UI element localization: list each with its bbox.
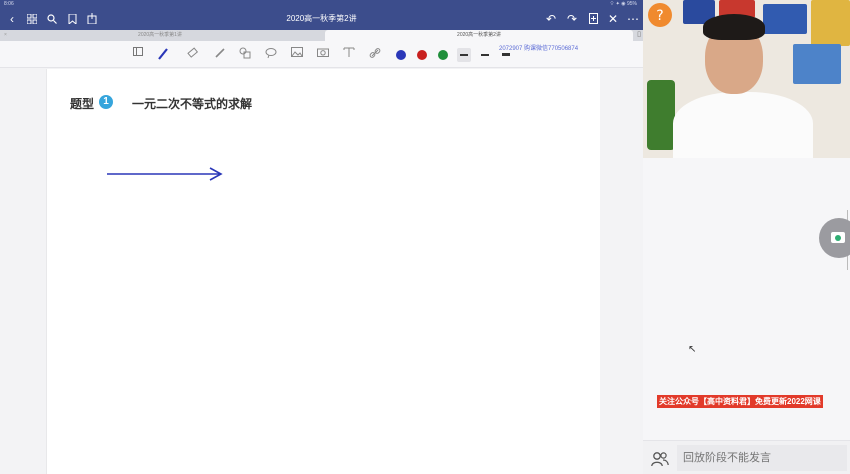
wall-poster: [763, 4, 807, 34]
color-swatch-blue[interactable]: [396, 50, 406, 60]
section-subtitle: 一元二次不等式的求解: [132, 97, 253, 111]
page-edge: [46, 69, 47, 474]
chat-bar: [643, 440, 850, 474]
section-heading: 题型: [70, 97, 95, 111]
more-icon[interactable]: ⋯: [625, 11, 641, 27]
brand-logo-icon: ?: [648, 3, 672, 27]
tab-lecture-1[interactable]: × 2020高一秋季第1讲: [0, 30, 320, 41]
users-icon[interactable]: [651, 451, 669, 467]
stroke-thin-option[interactable]: [457, 48, 471, 62]
status-time: 8:06: [4, 1, 14, 7]
link-icon[interactable]: [368, 47, 382, 61]
nav-bar: ‹ 2020高一秋季第2讲 ↶ ↷ ✕ ⋯: [0, 8, 643, 30]
promo-notice: 关注公众号【高中资料君】免费更新2022网课: [657, 395, 823, 408]
close-icon[interactable]: ✕: [605, 11, 621, 27]
camera-icon[interactable]: [316, 47, 330, 61]
screenshot-camera-button[interactable]: [819, 218, 850, 258]
sidebar-icon[interactable]: [131, 47, 145, 61]
highlighter-icon[interactable]: [213, 47, 227, 61]
undo-icon[interactable]: ↶: [543, 11, 559, 27]
lasso-icon[interactable]: [264, 47, 278, 61]
webcam-video: ?: [643, 0, 850, 158]
color-swatch-green[interactable]: [438, 50, 448, 60]
wall-poster: [793, 44, 841, 84]
live-side-panel: ? 关注公众号【高中资料君】免费更新2022网课: [643, 0, 850, 474]
svg-text:?: ?: [656, 8, 663, 24]
tab-strip: × 2020高一秋季第1讲 2020高一秋季第2讲 ▯: [0, 30, 643, 41]
presenter-hair: [703, 14, 765, 40]
status-indicators: ⌔ ✦ ◉ 95%: [609, 1, 637, 7]
text-icon[interactable]: [342, 47, 356, 61]
chat-input[interactable]: [677, 445, 847, 471]
screen: 8:06 ⌔ ✦ ◉ 95% ‹ 2020高一秋季第2讲 ↶ ↷ ✕ ⋯ × 2…: [0, 0, 850, 474]
split-view-icon[interactable]: ▯: [637, 30, 641, 38]
watermark-text: 2072907 购课微信770506874: [499, 46, 579, 52]
presenter-body: [673, 92, 813, 158]
status-bar: 8:06 ⌔ ✦ ◉ 95%: [0, 0, 643, 8]
tab-close-icon[interactable]: ×: [4, 30, 7, 41]
tab-label: 2020高一秋季第2讲: [457, 32, 501, 38]
note-page[interactable]: 题型 1 一元二次不等式的求解: [46, 69, 600, 474]
drawn-arrow: [107, 167, 223, 181]
tab-label: 2020高一秋季第1讲: [138, 32, 182, 38]
mouse-cursor-icon: ↖: [688, 344, 697, 355]
image-icon[interactable]: [290, 47, 304, 61]
stroke-medium-option[interactable]: [478, 48, 492, 62]
add-page-icon[interactable]: [585, 11, 601, 27]
eraser-icon[interactable]: [186, 47, 200, 61]
camera-lens-icon: [835, 235, 841, 241]
color-swatch-red[interactable]: [417, 50, 427, 60]
redo-icon[interactable]: ↷: [564, 11, 580, 27]
pen-icon[interactable]: [156, 47, 170, 61]
section-number-badge: 1: [99, 95, 113, 109]
tab-lecture-2[interactable]: 2020高一秋季第2讲: [325, 30, 633, 41]
ipad-notes-app: 8:06 ⌔ ✦ ◉ 95% ‹ 2020高一秋季第2讲 ↶ ↷ ✕ ⋯ × 2…: [0, 0, 643, 474]
shapes-icon[interactable]: [238, 47, 252, 61]
wall-poster: [811, 0, 850, 46]
plant: [647, 80, 675, 150]
